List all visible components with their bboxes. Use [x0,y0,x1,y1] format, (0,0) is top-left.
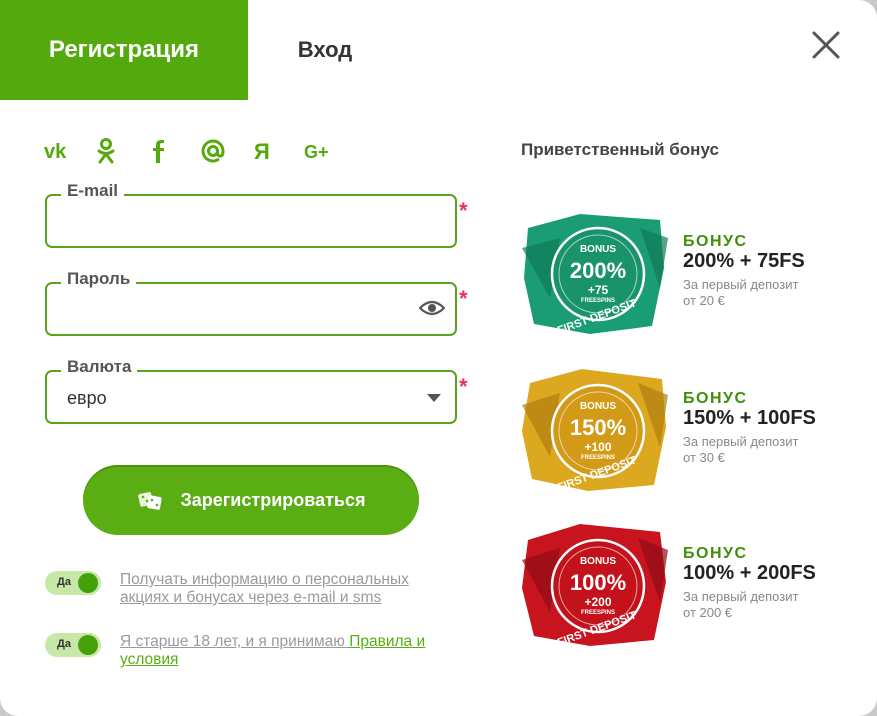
bonus-min-deposit: от 20 € [683,293,725,308]
odnoklassniki-icon[interactable] [92,136,144,166]
bonus-title: БОНУС [683,233,748,250]
badge-top: BONUS [580,401,616,412]
toggle-state-label: Да [57,638,71,650]
badge-freespins-label: FREESPINS [581,610,615,616]
email-label: E-mail [61,181,125,201]
bonus-condition: За первый депозит [683,277,799,292]
register-button-label: Зарегистрироваться [180,489,366,510]
newsletter-text[interactable]: Получать информацию о персональных акция… [120,571,460,607]
bonus-title: БОНУС [683,390,748,407]
required-marker: * [459,198,468,223]
newsletter-toggle[interactable]: Да [45,571,101,595]
toggle-knob [78,573,98,593]
yandex-icon[interactable]: Я [248,136,300,166]
badge-freespins: +100 [584,440,611,454]
bonus-value: 100% + 200FS [683,562,816,584]
email-input[interactable] [61,204,401,238]
bonus-min-deposit: от 30 € [683,450,725,465]
badge-percent: 150% [570,415,626,440]
dice-icon [137,492,162,510]
bonus-badge-150: BONUS 150% +100 FREESPINS FIRST DEPOSIT [522,369,668,494]
badge-percent: 200% [570,258,626,283]
bonus-condition: За первый депозит [683,589,799,604]
toggle-knob [78,635,98,655]
badge-percent: 100% [570,570,626,595]
password-label: Пароль [61,269,137,289]
badge-freespins: +200 [584,595,611,609]
required-marker: * [459,286,468,311]
currency-label: Валюта [61,357,138,377]
bonus-value: 150% + 100FS [683,407,816,429]
mail-at-icon[interactable] [196,136,248,166]
bonus-condition: За первый депозит [683,434,799,449]
register-button[interactable]: Зарегистрироваться [83,465,419,535]
password-field[interactable]: Пароль [45,269,457,336]
bonus-min-deposit: от 200 € [683,605,733,620]
bonus-badge-200: BONUS 200% +75 FREESPINS FIRST DEPOSIT [522,214,668,337]
bonus-badge-100: BONUS 100% +200 FREESPINS FIRST DEPOSIT [522,524,668,649]
bonus-heading: Приветственный бонус [521,140,719,159]
email-field[interactable]: E-mail [45,181,457,248]
google-plus-icon[interactable]: G+ [300,136,352,166]
svg-text:G+: G+ [304,142,329,162]
badge-top: BONUS [580,556,616,567]
currency-value: евро [67,388,107,408]
badge-top: BONUS [580,244,616,255]
password-input[interactable] [61,292,401,326]
badge-freespins: +75 [588,283,609,297]
close-icon[interactable] [806,25,846,65]
tab-register[interactable]: Регистрация [0,0,248,100]
age-terms-toggle[interactable]: Да [45,633,101,657]
age-terms-text: Я старше 18 лет, и я принимаю Правила и … [120,633,460,669]
facebook-icon[interactable] [144,136,196,166]
currency-select[interactable]: Валюта евро [45,357,457,424]
svg-text:vk: vk [44,141,67,161]
eye-icon[interactable] [419,298,445,318]
svg-text:Я: Я [254,139,270,164]
bonus-value: 200% + 75FS [683,250,805,272]
vk-icon[interactable]: vk [40,136,92,166]
bonus-title: БОНУС [683,545,748,562]
tab-login[interactable]: Вход [270,0,380,100]
badge-freespins-label: FREESPINS [581,455,615,461]
registration-modal: Регистрация Вход vk Я G+ E-mail * Пароль… [0,0,877,716]
age-terms-prefix: Я старше 18 лет, и я принимаю [120,633,350,650]
toggle-state-label: Да [57,576,71,588]
required-marker: * [459,374,468,399]
chevron-down-icon [427,394,441,402]
badge-freespins-label: FREESPINS [581,298,615,304]
social-login-row: vk Я G+ [40,136,352,166]
